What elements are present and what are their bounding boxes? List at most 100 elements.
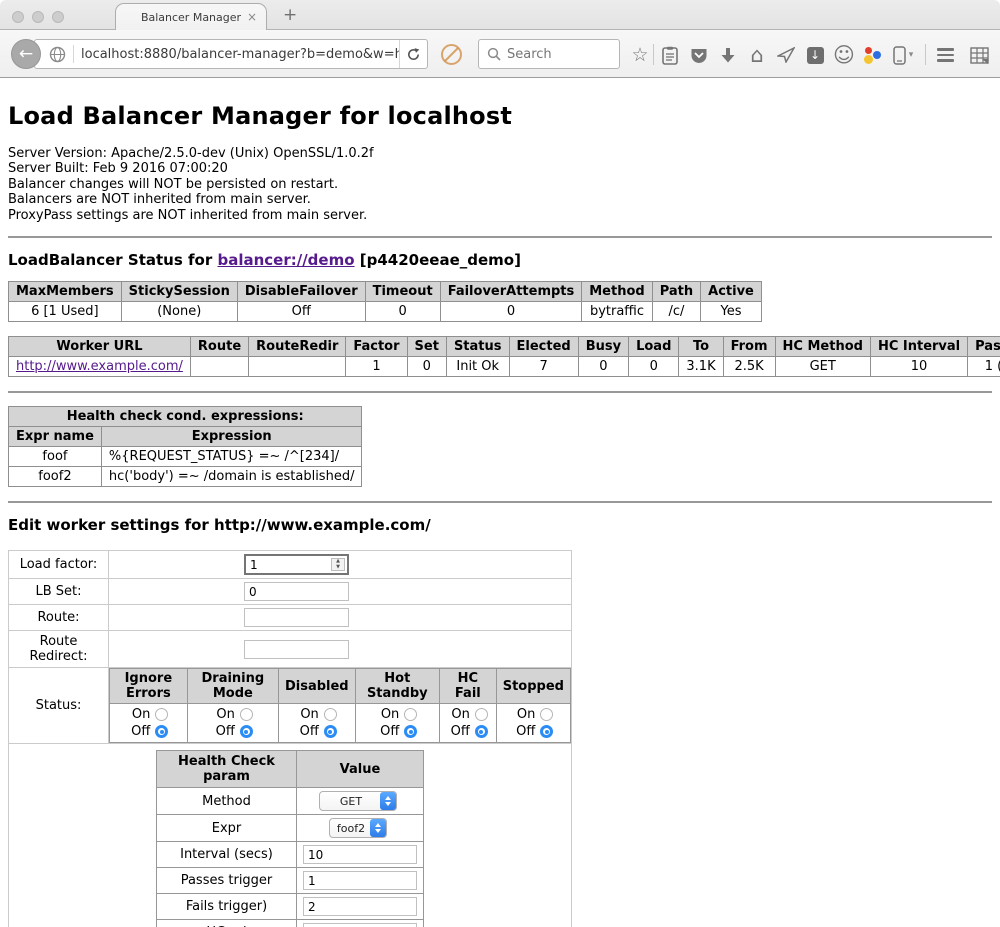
send-tab-button[interactable]	[775, 44, 797, 66]
new-tab-button[interactable]: +	[283, 5, 297, 25]
status-off-radio[interactable]	[240, 725, 253, 738]
passes-trigger-input[interactable]	[303, 871, 417, 890]
hc-expressions-table: Health check cond. expressions: Expr nam…	[8, 406, 362, 487]
url-text[interactable]: localhost:8880/balancer-manager?b=demo&w…	[81, 47, 399, 62]
on-label: On	[513, 706, 535, 723]
status-on-radio[interactable]	[540, 708, 553, 721]
hc-uri-input[interactable]	[303, 923, 417, 927]
cell-hc-interval: 10	[870, 357, 967, 377]
on-label: On	[377, 706, 399, 723]
column-header: Health Check param	[157, 751, 297, 788]
status-options-table: Ignore Errors Draining Mode Disabled Hot…	[109, 668, 571, 743]
balancer-demo-link[interactable]: balancer://demo	[217, 251, 354, 269]
form-row: LB Set:	[9, 579, 572, 605]
extension-dropdown-caret[interactable]: ▾	[905, 44, 917, 66]
cell-expr-name: foof	[9, 447, 102, 467]
reading-list-button[interactable]	[659, 44, 681, 66]
column-header: Active	[701, 282, 762, 302]
menu-button[interactable]	[934, 44, 956, 66]
notice-line: ProxyPass settings are NOT inherited fro…	[8, 208, 992, 223]
minimize-window-button[interactable]	[32, 11, 44, 23]
status-off-radio[interactable]	[475, 725, 488, 738]
route-redirect-input[interactable]	[244, 640, 349, 659]
status-off-radio[interactable]	[540, 725, 553, 738]
load-factor-input[interactable]: ▲▼	[244, 554, 349, 575]
method-select[interactable]: GET	[319, 791, 397, 811]
route-input[interactable]	[244, 608, 349, 627]
status-off-radio[interactable]	[404, 725, 417, 738]
reload-icon	[406, 47, 421, 62]
heading-text: [p4420eeae_demo]	[355, 251, 521, 269]
column-header: From	[723, 337, 775, 357]
column-header: Passes	[968, 337, 1000, 357]
zoom-window-button[interactable]	[52, 11, 64, 23]
status-off-radio[interactable]	[155, 725, 168, 738]
close-window-button[interactable]	[12, 11, 24, 23]
column-header: Worker URL	[9, 337, 191, 357]
column-header: Value	[297, 751, 424, 788]
tab-balancer-manager[interactable]: Balancer Manager ×	[115, 3, 267, 31]
tab-groups-button[interactable]	[968, 44, 990, 66]
content-blocker-extension-button[interactable]	[440, 43, 463, 70]
hc-uri-label: HC uri	[157, 920, 297, 927]
cell-busy: 0	[578, 357, 628, 377]
column-header: Timeout	[365, 282, 440, 302]
column-header: Stopped	[496, 669, 570, 704]
cell-path: /c/	[652, 302, 700, 322]
worker-url-link[interactable]: http://www.example.com/	[16, 359, 183, 374]
off-label: Off	[297, 723, 319, 740]
notice-line: Balancer changes will NOT be persisted o…	[8, 177, 992, 192]
select-stepper-icon	[380, 792, 396, 810]
pocket-button[interactable]	[688, 44, 710, 66]
search-input[interactable]	[507, 47, 607, 62]
route-label: Route:	[9, 605, 109, 631]
clipboard-icon	[662, 46, 678, 65]
home-button[interactable]: ⌂	[746, 44, 768, 66]
reload-button[interactable]	[399, 40, 427, 68]
send-plane-icon	[777, 47, 795, 63]
cell-disablefailover: Off	[237, 302, 365, 322]
cell-hc-method: GET	[775, 357, 870, 377]
back-arrow-icon: ←	[19, 44, 33, 64]
tab-title: Balancer Manager	[141, 11, 241, 24]
bookmark-star-button[interactable]: ☆	[629, 44, 651, 66]
lb-set-input[interactable]	[244, 582, 349, 601]
status-on-radio[interactable]	[404, 708, 417, 721]
interval-input[interactable]	[303, 845, 417, 864]
url-bar[interactable]: localhost:8880/balancer-manager?b=demo&w…	[34, 39, 428, 69]
tab-close-icon[interactable]: ×	[247, 10, 257, 24]
interval-label: Interval (secs)	[157, 842, 297, 868]
downloads-button[interactable]	[717, 44, 739, 66]
cell-routeredir	[249, 357, 346, 377]
number-spinner-icon[interactable]: ▲▼	[331, 558, 345, 571]
status-off-radio[interactable]	[324, 725, 337, 738]
cell-stickysession: (None)	[121, 302, 237, 322]
cell-expression: hc('body') =~ /domain is established/	[101, 467, 362, 487]
colored-dots-extension-button[interactable]	[861, 44, 883, 66]
search-bar[interactable]	[478, 39, 620, 69]
balancer-status-table: MaxMembers StickySession DisableFailover…	[8, 281, 762, 322]
cell-method: bytraffic	[582, 302, 652, 322]
cell-elected: 7	[509, 357, 578, 377]
cell-passes: 1 (0)	[968, 357, 1000, 377]
download-extension-button[interactable]: ↓	[804, 44, 826, 66]
fails-trigger-input[interactable]	[303, 897, 417, 916]
status-on-radio[interactable]	[155, 708, 168, 721]
status-on-radio[interactable]	[475, 708, 488, 721]
on-label: On	[213, 706, 235, 723]
cell-factor: 1	[346, 357, 407, 377]
traffic-lights	[12, 11, 64, 23]
table-row: 6 [1 Used] (None) Off 0 0 bytraffic /c/ …	[9, 302, 762, 322]
colored-dots-icon	[863, 46, 881, 64]
chat-extension-button[interactable]: ☺	[833, 44, 855, 66]
column-header: Expr name	[9, 427, 102, 447]
column-header: Elected	[509, 337, 578, 357]
balancer-status-heading: LoadBalancer Status for balancer://demo …	[8, 251, 992, 269]
status-on-radio[interactable]	[324, 708, 337, 721]
ignore-errors-options: On Off	[110, 704, 188, 743]
status-on-radio[interactable]	[240, 708, 253, 721]
column-header: FailoverAttempts	[440, 282, 582, 302]
expr-select[interactable]: foof2	[329, 818, 387, 838]
passes-trigger-label: Passes trigger	[157, 868, 297, 894]
back-button[interactable]: ←	[11, 39, 41, 69]
